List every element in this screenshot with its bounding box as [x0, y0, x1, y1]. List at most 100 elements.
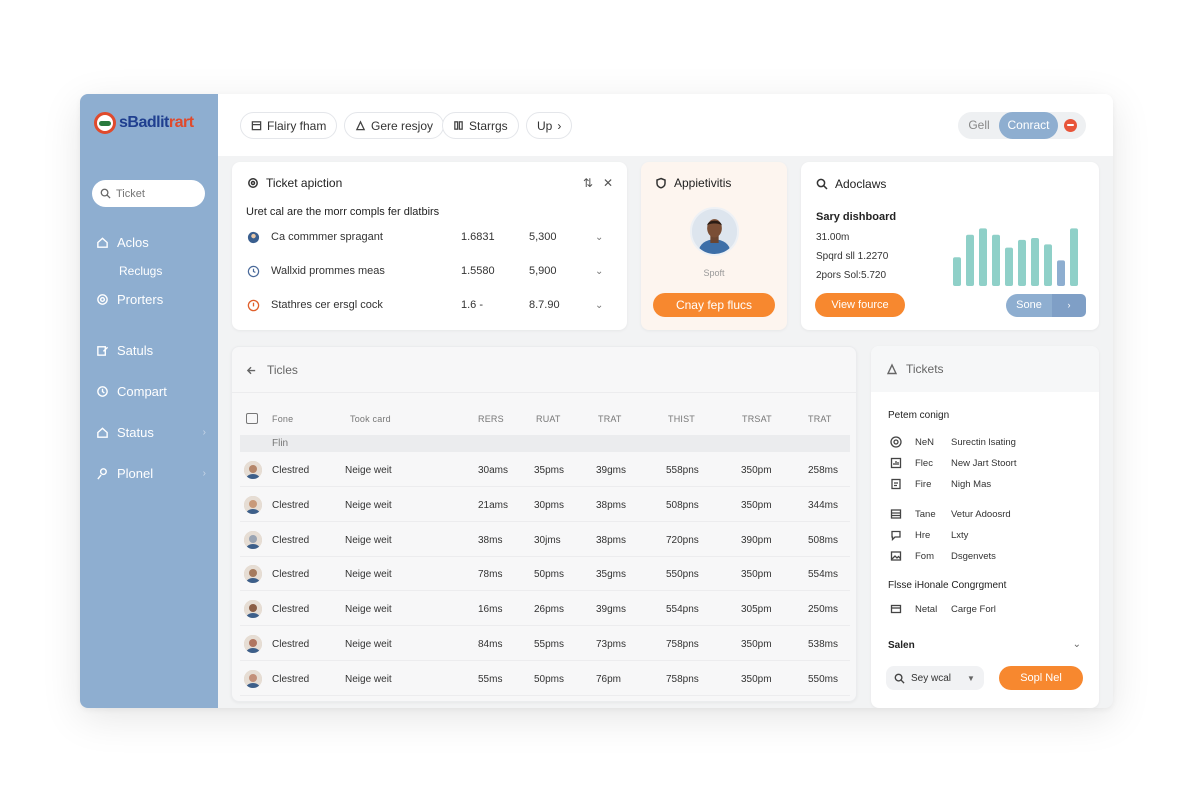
chevron-down-icon: ▼: [967, 673, 975, 683]
chart-icon: [890, 457, 902, 469]
sidebar-item-plonel[interactable]: Plonel ›: [96, 466, 206, 481]
analytics-heading: Sary dishboard: [816, 211, 897, 223]
list-item[interactable]: Flec New Jart Stoort: [890, 457, 1016, 469]
filter-pill-3[interactable]: Starrgs: [442, 112, 519, 139]
sidebar-item-aclos[interactable]: Aclos: [96, 235, 206, 250]
filter-pill-1[interactable]: Flairy fham: [240, 112, 338, 139]
table-row[interactable]: Clestred Neige weit 21ams 30pms 38pms 508pns 3…: [240, 488, 850, 522]
avatar: [244, 565, 262, 584]
ticket-row[interactable]: Stathres cer ersgl cock 1.6 - 8.7.90 ⌄: [246, 295, 614, 315]
back-arrow-icon[interactable]: [246, 365, 257, 376]
chevron-down-icon[interactable]: ⌄: [1073, 639, 1081, 650]
column-header[interactable]: TRAT: [808, 414, 832, 424]
avatar: [244, 495, 262, 514]
bar: [992, 234, 1000, 286]
table-row[interactable]: Clestred Neige weit 30ams 35pms 39gms 558pns 3…: [240, 453, 850, 487]
search-icon: [100, 188, 111, 199]
table-cell: 38ms: [478, 534, 503, 546]
ticket-card: Ticket apiction ⇅ ✕ Uret cal are the mor…: [232, 162, 627, 330]
table-cell: 538ms: [808, 639, 839, 650]
table-cell: 30ams: [478, 465, 509, 476]
table-cell: 38pms: [596, 499, 627, 511]
filter-pill-2[interactable]: Gere resjoy: [344, 112, 445, 139]
status-icon[interactable]: [1064, 119, 1077, 132]
chevron-right-icon[interactable]: ›: [1052, 294, 1086, 317]
column-header[interactable]: Took card: [350, 414, 391, 424]
table-row[interactable]: Clestred Neige weit 38ms 30jms 38pms 720pns 39…: [240, 523, 850, 557]
table-row[interactable]: Clestred Neige weit 78ms 50pms 35gms 550pns 35…: [240, 557, 850, 592]
table-cell: Clestred: [272, 465, 310, 476]
filter-pill-4[interactable]: Up ›: [526, 112, 573, 139]
sidebar-item-compart[interactable]: Compart: [96, 384, 206, 399]
divider: [232, 392, 856, 393]
sidebar-item-status[interactable]: Status ›: [96, 425, 206, 440]
table-cell: 350pm: [741, 499, 772, 511]
table-cell: 50pms: [534, 673, 565, 685]
profile-card: Appietivitis Spoft Cnay fep flucs: [641, 162, 787, 330]
sidebar-item-prorters[interactable]: Prorters: [96, 292, 206, 307]
ticket-row[interactable]: Wallxid prommes meas 1.5580 5,900 ⌄: [246, 261, 614, 281]
list-item[interactable]: Netal Carge Forl: [890, 603, 996, 615]
list-item[interactable]: Hre Lxty: [890, 529, 968, 541]
close-icon[interactable]: ✕: [603, 176, 613, 190]
column-header[interactable]: Fone: [272, 414, 293, 424]
table-cell: Neige weit: [345, 534, 392, 546]
search-icon: [816, 178, 828, 190]
sidebar-search[interactable]: [92, 180, 205, 207]
select-all-checkbox[interactable]: [246, 413, 258, 424]
table-cell: 78ms: [478, 569, 503, 581]
table-cell: Neige weit: [345, 569, 392, 581]
table-cell: 350pm: [741, 569, 772, 581]
table-cell: Clestred: [272, 604, 310, 616]
submit-button[interactable]: Sopl Nel: [999, 666, 1083, 690]
column-header[interactable]: RUAT: [536, 414, 561, 424]
filter-icon[interactable]: ⇅: [583, 176, 593, 190]
list-item[interactable]: Fom Dsgenvets: [890, 550, 996, 562]
segmented-control[interactable]: Sone ›: [1006, 294, 1086, 317]
column-header[interactable]: TRAT: [598, 414, 622, 424]
avatar: [690, 207, 739, 256]
table-cell: 508pns: [666, 499, 699, 511]
toggle-option-on[interactable]: Conract: [999, 112, 1058, 139]
table-row[interactable]: Clestred Neige weit 55ms 50pms 76pm 758pns 350…: [240, 662, 850, 696]
table-row[interactable]: Clestred Neige weit 16ms 26pms 39gms 554pns 30…: [240, 592, 850, 627]
view-source-button[interactable]: View fource: [815, 293, 905, 317]
list-item[interactable]: Tane Vetur Adoosrd: [890, 508, 1011, 520]
column-header[interactable]: RERS: [478, 414, 504, 424]
table-cell: 30jms: [534, 534, 561, 546]
card-title: Appietivitis: [655, 176, 731, 190]
logo[interactable]: sBadlitrart: [94, 112, 194, 134]
column-header[interactable]: THIST: [668, 414, 695, 424]
chevron-down-icon[interactable]: ⌄: [595, 232, 603, 243]
analytics-stat: 31.00m: [816, 232, 850, 243]
user-icon: [886, 363, 898, 375]
table-cell: 350pm: [741, 465, 772, 476]
bar: [979, 228, 987, 286]
list-item[interactable]: Fire Nigh Mas: [890, 478, 991, 490]
table-cell: 55ms: [478, 673, 503, 685]
toggle-option-off[interactable]: Gell: [958, 112, 1000, 139]
image-icon: [890, 550, 902, 562]
target-icon: [890, 436, 902, 448]
chevron-down-icon[interactable]: ⌄: [595, 266, 603, 277]
table-cell: 758pns: [666, 673, 699, 685]
analytics-stat: 2pors Sol:5.720: [816, 270, 887, 281]
ticket-row[interactable]: Ca commmer spragant 1.6831 5,300 ⌄: [246, 227, 614, 247]
table-row[interactable]: Clestred Neige weit 84ms 55pms 73pms 758pns 35…: [240, 627, 850, 661]
list-item[interactable]: NeN Surectin lsating: [890, 436, 1016, 448]
chevron-down-icon[interactable]: ⌄: [595, 300, 603, 311]
bar-chart: [953, 228, 1078, 286]
sidebar-item-satuls[interactable]: Satuls: [96, 343, 206, 358]
sidebar-item-label: Prorters: [117, 292, 164, 307]
profile-action-button[interactable]: Cnay fep flucs: [653, 293, 775, 317]
table-cell: 554ms: [808, 569, 839, 581]
segment-option[interactable]: Sone: [1006, 294, 1052, 317]
chevron-right-icon: ›: [202, 468, 206, 479]
column-header[interactable]: TRSAT: [742, 414, 772, 424]
select-label: Salen: [888, 640, 915, 651]
search-input[interactable]: [116, 187, 196, 200]
sidebar-item-reclugs[interactable]: Reclugs: [119, 264, 162, 278]
card-icon: [890, 603, 902, 615]
select-dropdown[interactable]: Sey wcal ▼: [886, 666, 984, 690]
mode-toggle[interactable]: Gell Conract: [958, 112, 1086, 139]
